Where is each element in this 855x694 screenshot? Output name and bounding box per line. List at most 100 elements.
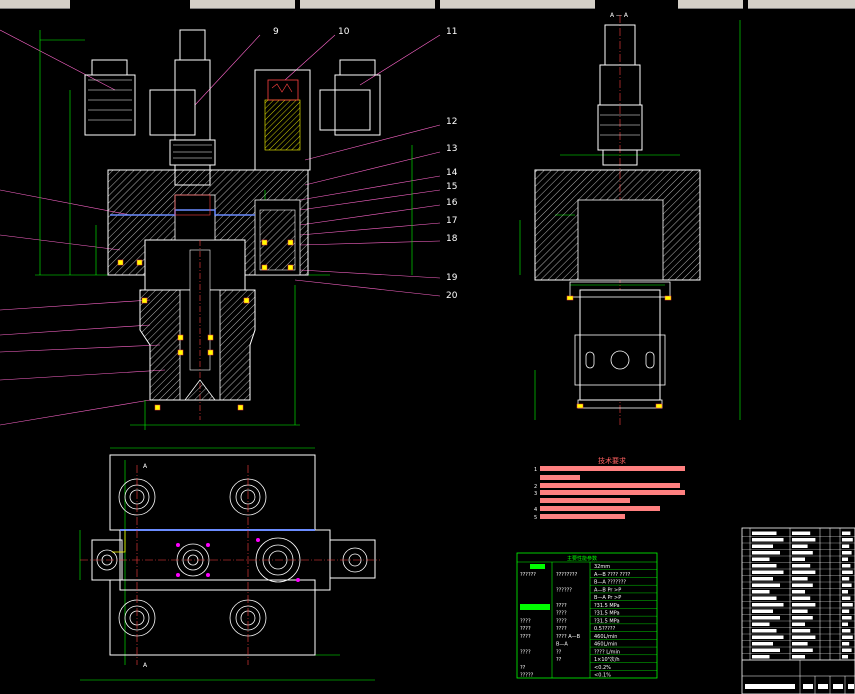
parts-list-entry	[792, 538, 816, 542]
perf-table-cell: ????	[520, 634, 531, 640]
parts-list-entry	[792, 616, 813, 620]
parts-list-entry	[752, 583, 780, 587]
view-mark: A	[143, 463, 148, 470]
tech-requirements-title: 技术要求	[598, 456, 626, 465]
perf-table-cell: <0.2%	[594, 665, 611, 671]
parts-list-entry	[842, 544, 850, 548]
perf-table-cell: ?????	[520, 673, 534, 679]
tech-item-number: 4	[534, 507, 537, 513]
parts-list-entry	[752, 551, 780, 555]
parts-list-entry	[752, 648, 780, 652]
section-view-a-a: A — A	[519, 12, 741, 425]
perf-table-cell: ???? A—B	[556, 634, 581, 640]
parts-list-entry	[752, 577, 773, 581]
parts-list-entry	[842, 629, 851, 633]
parts-list-entry	[842, 590, 848, 594]
title-block	[741, 527, 855, 694]
parts-list-entry	[842, 538, 853, 542]
parts-list-entry	[842, 648, 852, 652]
tech-requirements: 技术要求 1 2 3 4 5	[534, 456, 685, 521]
parts-list-entry	[842, 635, 853, 639]
part-number: 15	[446, 182, 457, 192]
parts-list-entry	[842, 609, 850, 613]
parts-list-entry	[792, 642, 808, 646]
parts-list-entry	[792, 577, 808, 581]
parts-list-entry	[752, 629, 777, 633]
part-number: 14	[446, 168, 458, 178]
part-number: 9	[273, 27, 279, 37]
title-block-field	[848, 684, 854, 689]
section-label: A — A	[610, 12, 629, 19]
view-mark: A	[143, 662, 148, 669]
perf-table-cell: ????	[520, 626, 531, 632]
tech-item-number: 2	[534, 484, 537, 490]
perf-table-cell: ??????	[520, 572, 536, 578]
parts-list-entry	[842, 603, 853, 607]
perf-table-cell: ????	[520, 649, 531, 655]
parts-list-entry	[752, 544, 773, 548]
parts-list-entry	[792, 635, 816, 639]
parts-list-entry	[752, 531, 777, 535]
parts-list-entry	[842, 531, 851, 535]
parts-list-entry	[752, 609, 773, 613]
top-view: A A	[79, 447, 380, 681]
parts-list-entry	[842, 655, 848, 659]
title-block-field	[818, 684, 828, 689]
parts-list-entry	[842, 583, 852, 587]
parts-list-entry	[792, 603, 816, 607]
part-number: 18	[446, 234, 458, 244]
parts-list-entry	[792, 590, 805, 594]
parts-list-entry	[752, 655, 770, 659]
perf-table-cell: <0.1%	[594, 673, 611, 679]
parts-list-entry	[752, 557, 770, 561]
parts-list-entry	[792, 551, 813, 555]
parts-list-entry	[752, 596, 777, 600]
perf-table-cell: ????	[520, 618, 531, 624]
parts-list-entry	[752, 564, 777, 568]
parts-list-entry	[842, 557, 848, 561]
parts-list-entry	[842, 642, 850, 646]
perf-table-cell: ??	[520, 665, 526, 671]
parts-list-entry	[842, 551, 852, 555]
parts-list-entry	[752, 642, 773, 646]
part-number: 19	[446, 273, 458, 283]
perf-table-cell: ?31.5 MPa	[594, 618, 620, 624]
part-number: 17	[446, 216, 457, 226]
perf-table-cell: 32mm	[594, 564, 610, 570]
perf-table-cell: 460L/min	[594, 634, 617, 640]
perf-table-cell: ?31.5 MPa	[594, 611, 620, 617]
perf-table-cell: 0.5?????	[594, 626, 616, 632]
parts-list-entry	[842, 622, 848, 626]
parts-list-entry	[842, 577, 850, 581]
perf-table-cell: ????	[556, 626, 567, 632]
parts-list-entry	[792, 655, 805, 659]
parts-list-entry	[752, 622, 770, 626]
perf-table-cell: ????	[556, 618, 567, 624]
front-view	[0, 29, 441, 430]
parts-list-entry	[842, 596, 851, 600]
title-block-field	[833, 684, 843, 689]
perf-table-cell: A—B Pr >P	[594, 587, 621, 593]
parts-list-entry	[842, 564, 851, 568]
parts-list-entry	[792, 570, 816, 574]
parts-list-entry	[752, 603, 784, 607]
part-number: 11	[446, 27, 457, 37]
perf-table-cell: ??	[556, 649, 562, 655]
parts-list-entry	[752, 538, 784, 542]
perf-table-cell: B—A Pr >P	[594, 595, 621, 601]
tech-item-number: 5	[534, 515, 537, 521]
perf-table-cell: A—B ???? ????	[594, 572, 631, 578]
parts-list-entry	[792, 609, 808, 613]
parts-list-entry	[792, 564, 811, 568]
part-number: 12	[446, 117, 457, 127]
title-block-field	[803, 684, 813, 689]
parts-list-entry	[842, 616, 852, 620]
parts-list-entry	[752, 570, 784, 574]
perf-table-cell: B—A	[556, 642, 568, 648]
parts-list-entry	[792, 596, 811, 600]
performance-table: 主要性能参数 32mm?????????????? A—B ???? ???? B—…	[516, 552, 658, 679]
title-block-field	[745, 684, 795, 689]
cad-drawing[interactable]: 9 10 11 12 13 14 15 16 17 18 19 20 A — A	[0, 0, 855, 694]
perf-table-cell: ???? L/min	[594, 649, 620, 655]
perf-table-cell: ????????	[556, 572, 578, 578]
